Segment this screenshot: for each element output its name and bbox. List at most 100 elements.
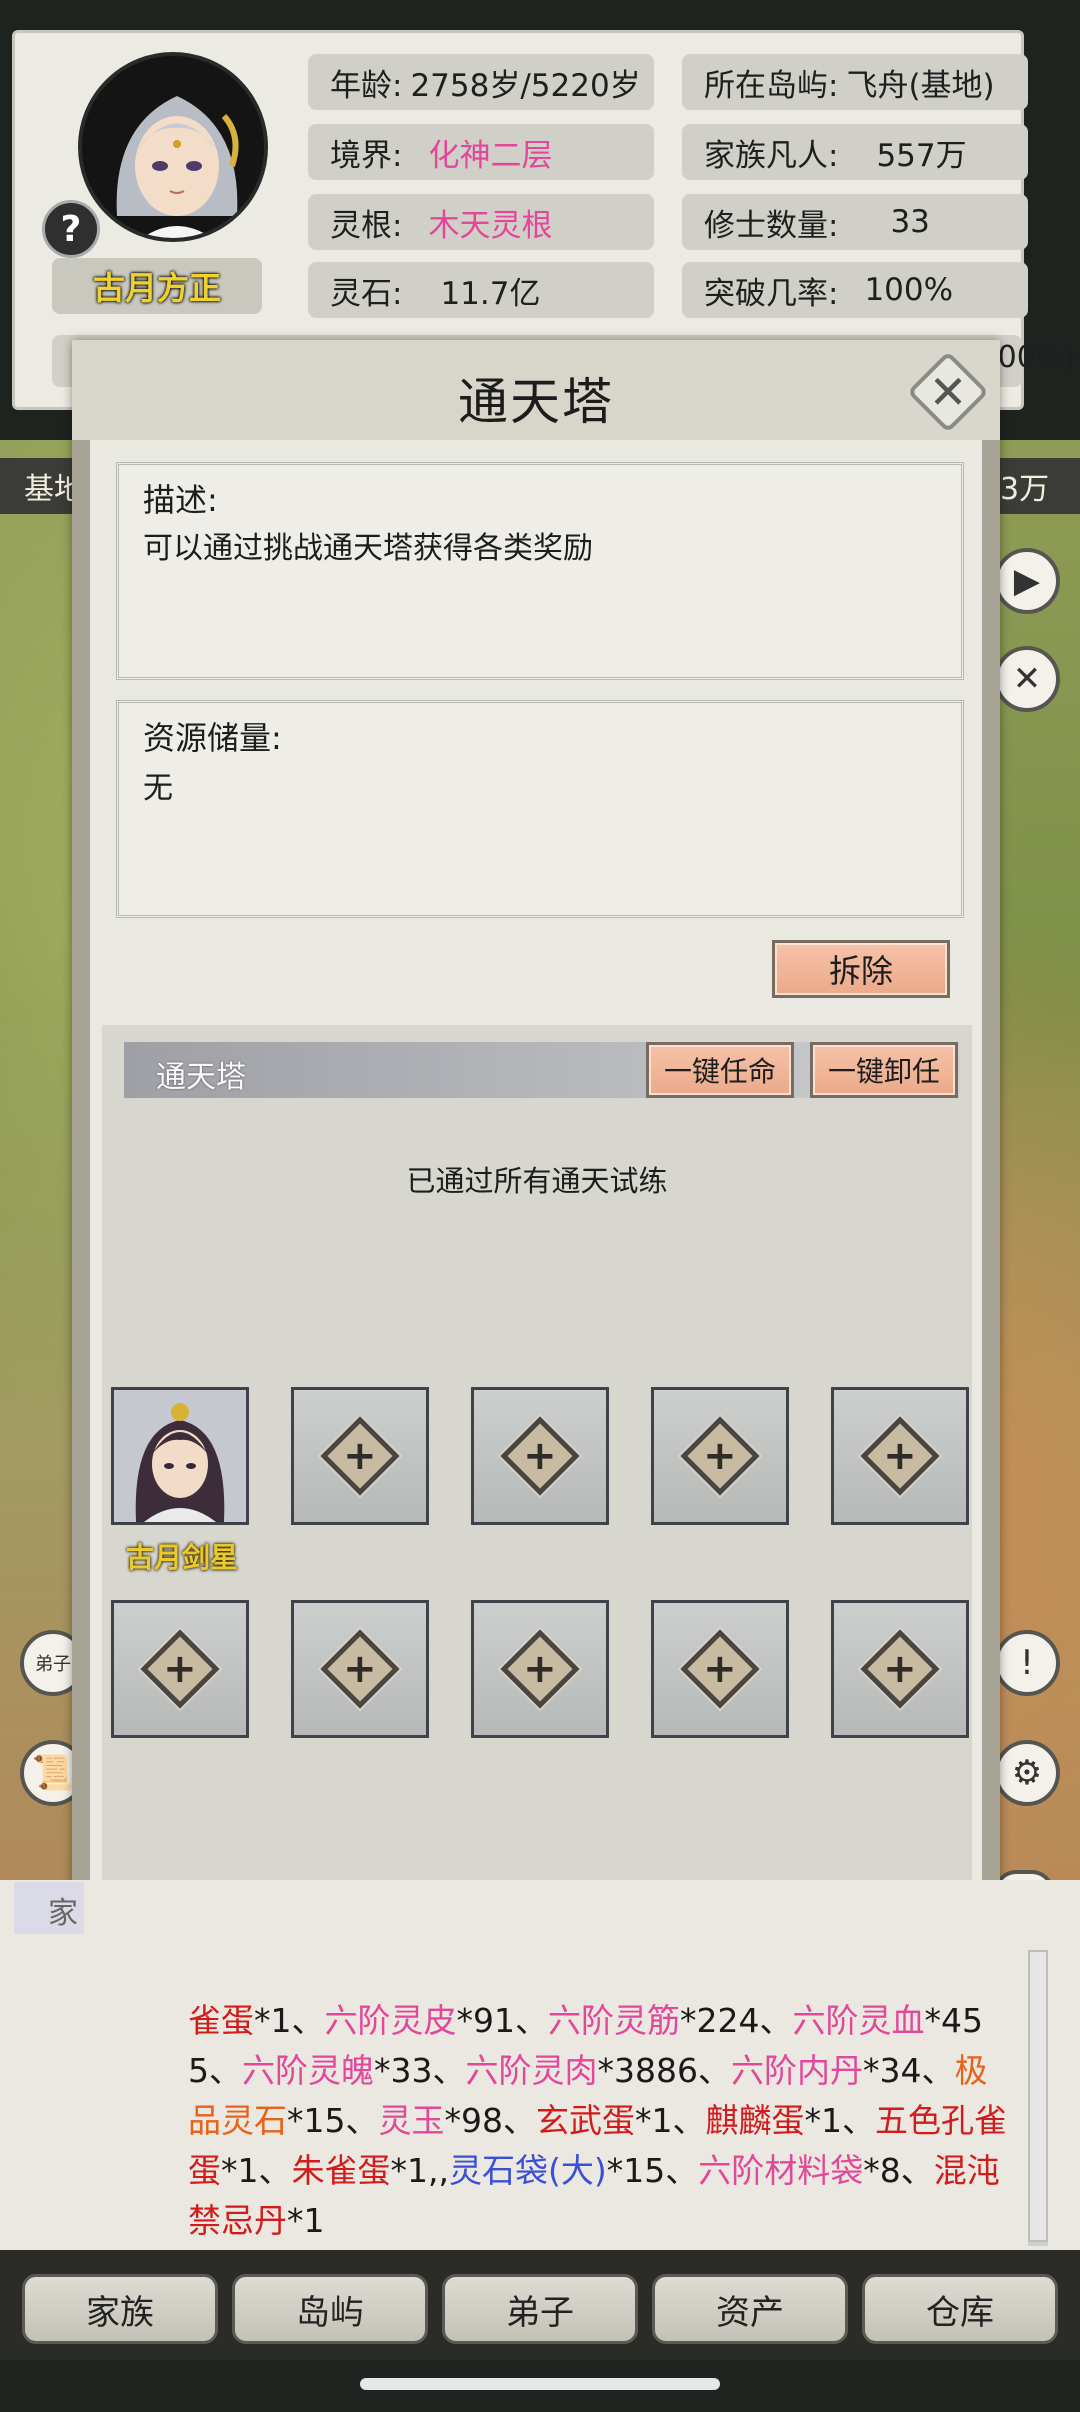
- log-segment: *1、: [221, 2151, 292, 2190]
- log-segment: *8、: [863, 2151, 934, 2190]
- add-slot-icon: +: [860, 1416, 940, 1496]
- play-icon[interactable]: ▶: [994, 548, 1060, 614]
- resource-text: 无: [143, 771, 173, 806]
- nav-warehouse-button[interactable]: 仓库: [862, 2274, 1058, 2344]
- log-segment: 灵石袋(大): [448, 2151, 607, 2190]
- log-segment: *1、: [804, 2101, 876, 2140]
- stat-island: 所在岛屿: 飞舟(基地): [682, 54, 1028, 110]
- add-slot-icon: +: [500, 1629, 580, 1709]
- reward-log-text: 雀蛋*1、六阶灵皮*91、六阶灵筋*224、六阶灵血*455、六阶灵魄*33、六…: [188, 1996, 1008, 2246]
- modal-title: 通天塔: [458, 373, 614, 431]
- add-slot-icon: +: [860, 1629, 940, 1709]
- empty-slot[interactable]: +: [111, 1600, 249, 1738]
- player-name[interactable]: 古月方正: [52, 258, 262, 314]
- assign-all-button[interactable]: 一键任命: [646, 1042, 794, 1098]
- stat-mortals: 家族凡人: 557万: [682, 124, 1028, 180]
- log-scrollbar-thumb[interactable]: [1028, 1950, 1048, 2242]
- stat-stone-label: 灵石:: [330, 275, 403, 312]
- empty-slot[interactable]: +: [831, 1600, 969, 1738]
- log-segment: 朱雀蛋: [291, 2151, 391, 2190]
- resource-box: 资源储量: 无: [116, 700, 964, 918]
- stat-age-value: 2758岁/5220岁: [410, 67, 641, 104]
- description-box: 描述: 可以通过挑战通天塔获得各类奖励: [116, 462, 964, 680]
- log-segment: 六阶灵皮: [324, 2001, 457, 2040]
- empty-slot[interactable]: +: [831, 1387, 969, 1525]
- nav-disciples-button[interactable]: 弟子: [442, 2274, 638, 2344]
- log-segment: *33、: [374, 2051, 466, 2090]
- log-segment: *15、: [606, 2151, 699, 2190]
- stat-root-value: 木天灵根: [428, 207, 553, 244]
- log-segment: 六阶灵魄: [242, 2051, 374, 2090]
- stat-age-label: 年龄:: [330, 67, 403, 104]
- log-segment: *15、: [287, 2101, 379, 2140]
- add-slot-icon: +: [680, 1629, 760, 1709]
- log-segment: 六阶灵肉: [465, 2051, 598, 2090]
- exclamation-icon: !: [1020, 1643, 1034, 1683]
- gesture-bar[interactable]: [360, 2378, 720, 2390]
- description-text: 可以通过挑战通天塔获得各类奖励: [143, 531, 593, 566]
- stat-breakthrough-value: 100%: [864, 272, 954, 308]
- log-segment: 灵玉: [378, 2101, 445, 2140]
- nav-assets-button[interactable]: 资产: [652, 2274, 848, 2344]
- member-slot-1[interactable]: [111, 1387, 249, 1525]
- close-icon: ✕: [928, 365, 968, 419]
- nav-family-button[interactable]: 家族: [22, 2274, 218, 2344]
- stat-realm-label: 境界:: [330, 137, 403, 174]
- log-segment: *91、: [456, 2001, 549, 2040]
- add-slot-icon: +: [320, 1416, 400, 1496]
- log-tab[interactable]: 家: [14, 1882, 84, 1934]
- log-segment: *1、: [635, 2101, 706, 2140]
- log-segment: *1: [287, 2201, 325, 2240]
- add-slot-icon: +: [500, 1416, 580, 1496]
- log-segment: 雀蛋: [188, 2001, 254, 2040]
- add-slot-icon: +: [680, 1416, 760, 1496]
- nav-island-button[interactable]: 岛屿: [232, 2274, 428, 2344]
- description-label: 描述:: [143, 481, 218, 519]
- log-segment: 六阶内丹: [730, 2051, 863, 2090]
- remove-all-button[interactable]: 一键卸任: [810, 1042, 958, 1098]
- log-segment: *3886、: [597, 2051, 731, 2090]
- stat-root-label: 灵根:: [330, 207, 403, 244]
- stat-cultivators-label: 修士数量:: [704, 207, 839, 244]
- stat-cultivators-value: 33: [890, 204, 930, 240]
- log-segment: 玄武蛋: [536, 2101, 635, 2140]
- stat-spirit-stone: 灵石: 11.7亿: [308, 262, 654, 318]
- player-avatar[interactable]: [78, 52, 268, 242]
- resource-label: 资源储量:: [143, 719, 282, 757]
- log-segment: 麒麟蛋: [705, 2101, 805, 2140]
- add-slot-icon: +: [320, 1629, 400, 1709]
- stat-age: 年龄: 2758岁/5220岁: [308, 54, 654, 110]
- side-button-notice[interactable]: !: [994, 1630, 1060, 1696]
- log-segment: *1、: [254, 2001, 325, 2040]
- empty-slot[interactable]: +: [651, 1387, 789, 1525]
- modal-close-button[interactable]: ✕: [906, 350, 990, 434]
- empty-slot[interactable]: +: [471, 1600, 609, 1738]
- stat-island-label: 所在岛屿:: [704, 67, 839, 104]
- log-segment: *34、: [862, 2051, 955, 2090]
- empty-slot[interactable]: +: [471, 1387, 609, 1525]
- stat-spirit-root: 灵根: 木天灵根: [308, 194, 654, 250]
- stat-stone-value: 11.7亿: [440, 275, 541, 312]
- close-side-icon[interactable]: ✕: [994, 646, 1060, 712]
- log-segment: 六阶灵筋: [548, 2001, 680, 2040]
- stat-island-value: 飞舟(基地): [846, 67, 995, 104]
- empty-slot[interactable]: +: [291, 1387, 429, 1525]
- demolish-button[interactable]: 拆除: [772, 940, 950, 998]
- add-slot-icon: +: [140, 1629, 220, 1709]
- stat-realm: 境界: 化神二层: [308, 124, 654, 180]
- stat-breakthrough-label: 突破几率:: [704, 275, 839, 312]
- settings-gear-icon[interactable]: ⚙: [994, 1740, 1060, 1806]
- empty-slot[interactable]: +: [291, 1600, 429, 1738]
- log-segment: *224、: [680, 2001, 793, 2040]
- status-message: 已通过所有通天试练: [406, 1164, 668, 1198]
- empty-slot[interactable]: +: [651, 1600, 789, 1738]
- log-segment: *1,,: [390, 2151, 449, 2190]
- team-header-label: 通天塔: [156, 1060, 246, 1095]
- member-name: 古月剑星: [125, 1541, 238, 1574]
- log-segment: *98、: [444, 2101, 537, 2140]
- stat-mortals-label: 家族凡人:: [704, 137, 839, 174]
- log-segment: 六阶灵血: [792, 2001, 925, 2040]
- side-button-disciples-label: 弟子: [35, 1654, 71, 1675]
- member-portrait: [114, 1390, 246, 1522]
- help-question-icon[interactable]: ?: [42, 200, 100, 258]
